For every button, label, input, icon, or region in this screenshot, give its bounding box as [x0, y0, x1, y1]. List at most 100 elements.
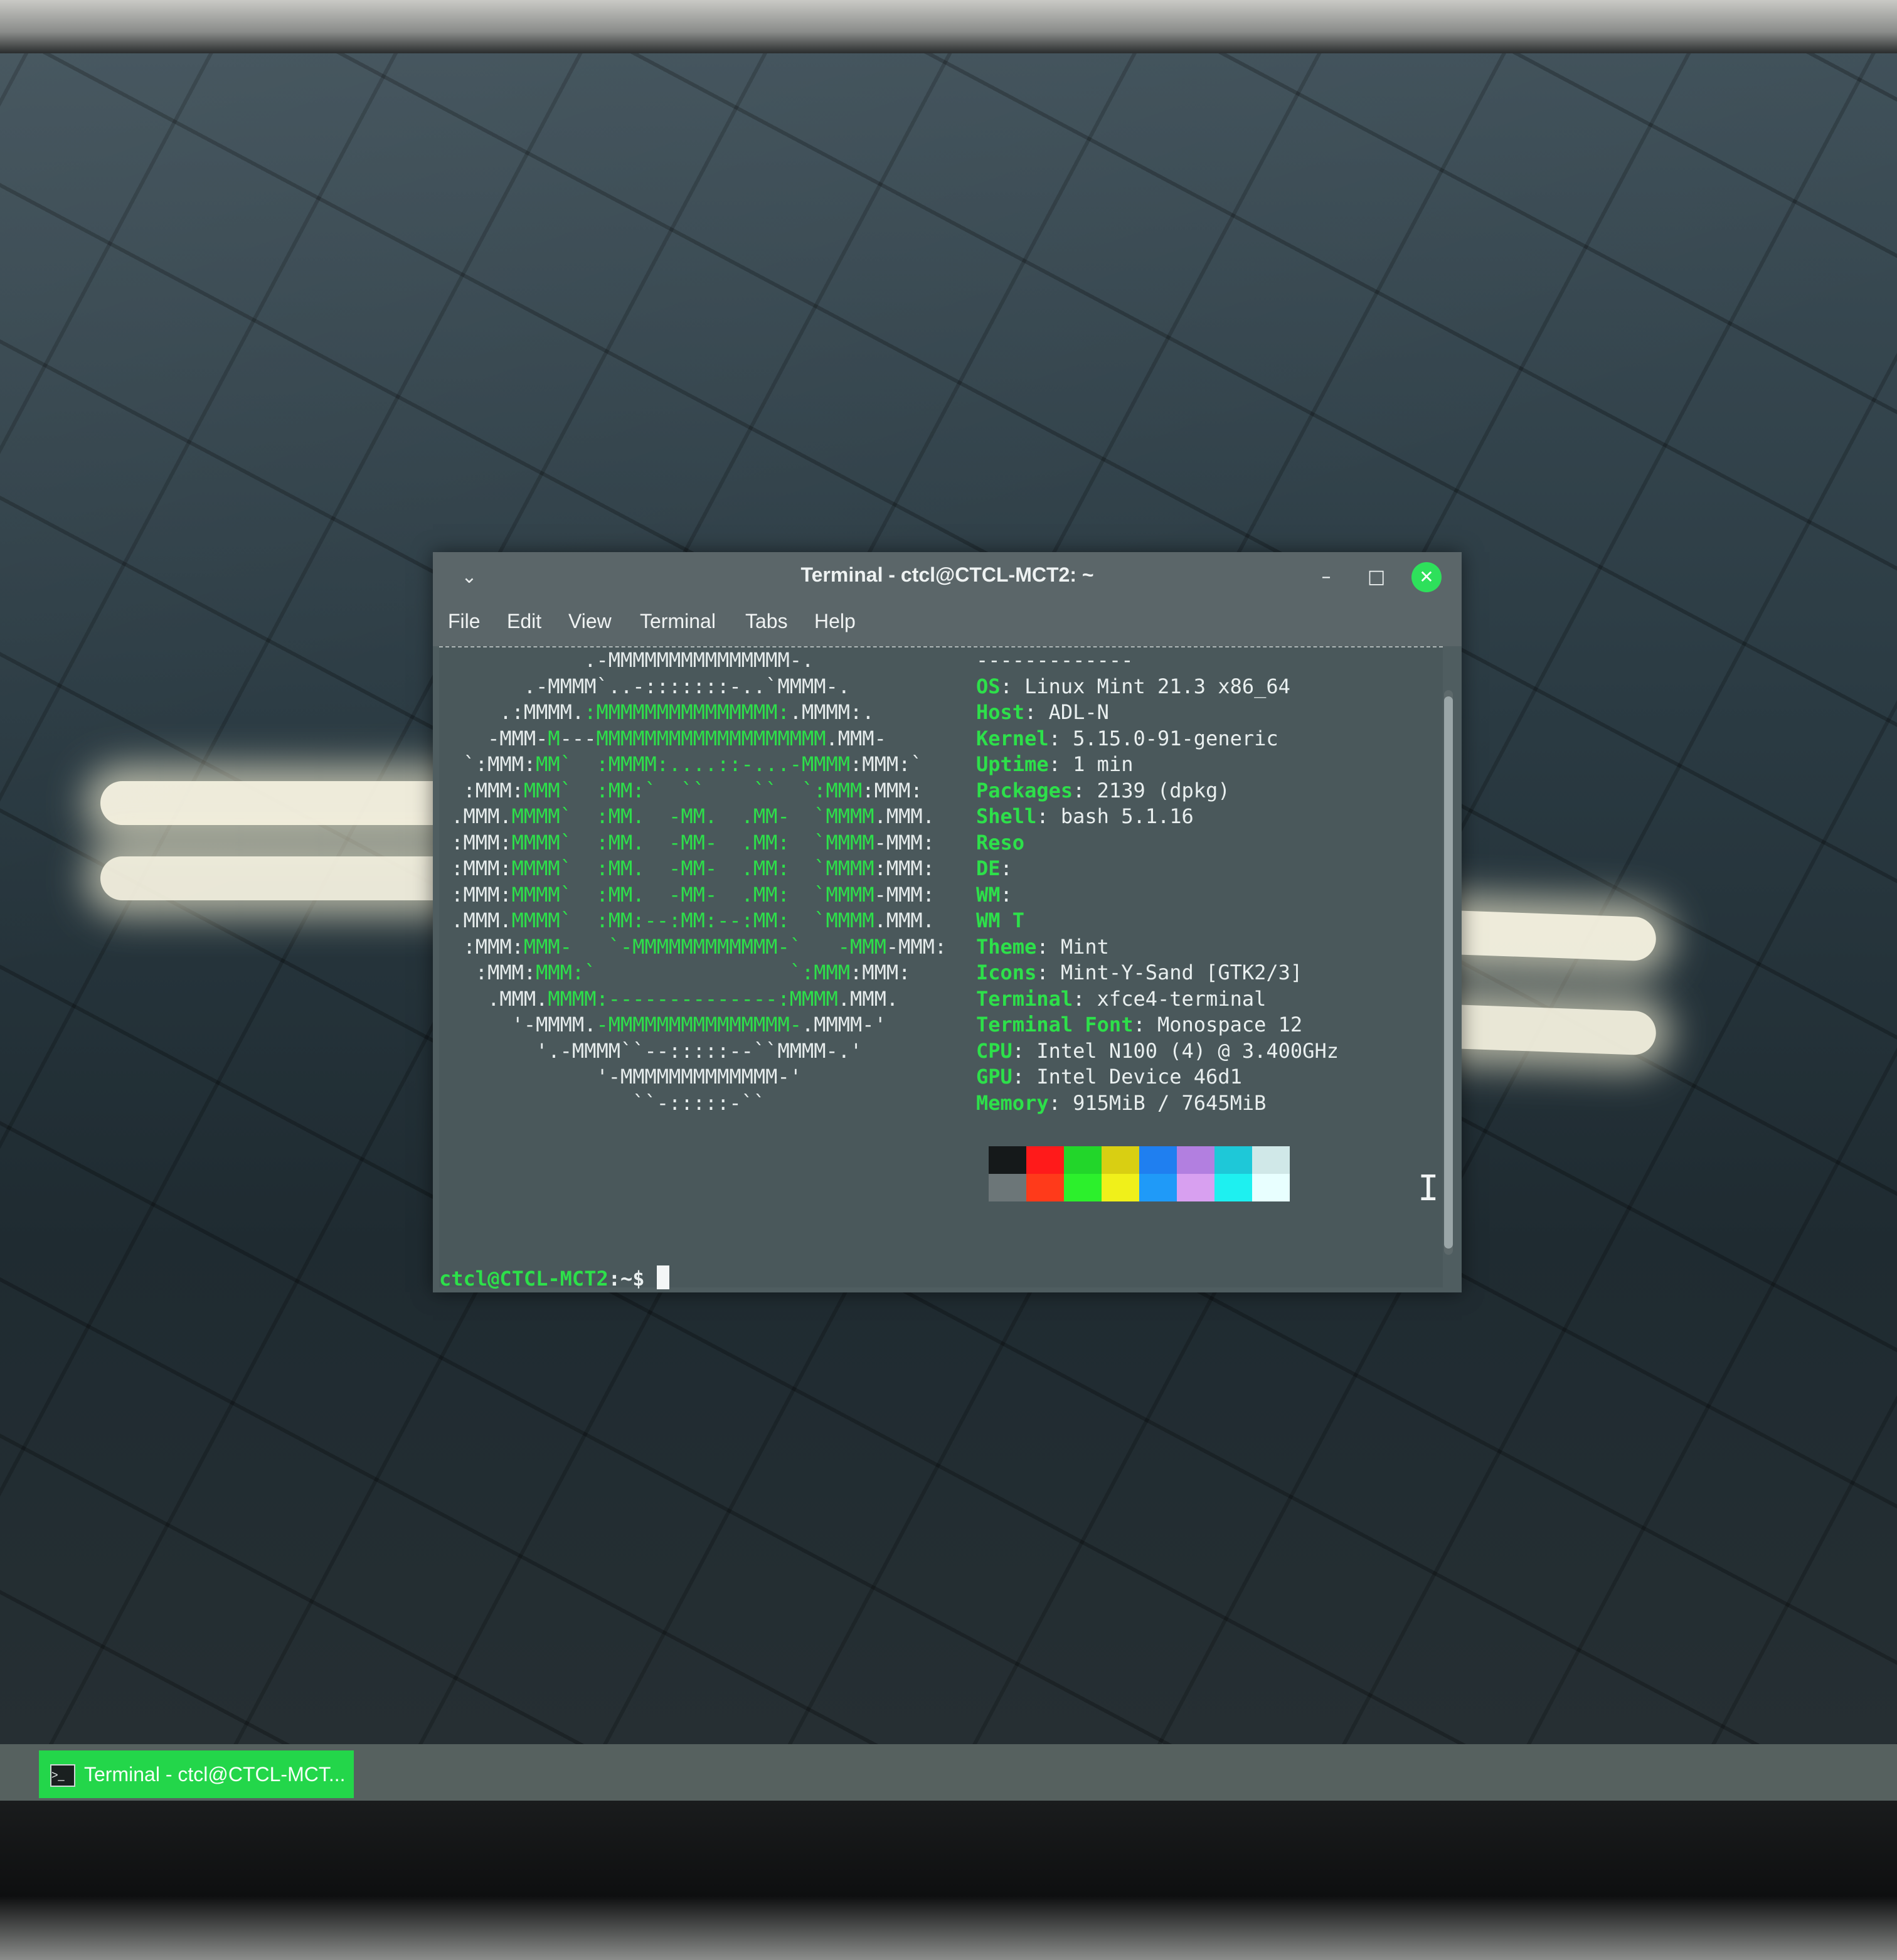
taskbar-terminal-button[interactable]: >_ Terminal - ctcl@CTCL-MCT...: [39, 1750, 354, 1798]
color-swatch: [1214, 1146, 1252, 1174]
monitor-bezel-top: [0, 0, 1897, 53]
info-key: Uptime: [976, 752, 1049, 776]
ascii-logo-segment: .MMM.: [451, 804, 512, 828]
ascii-logo-segment: [439, 779, 464, 802]
scrollbar-thumb[interactable]: [1444, 696, 1453, 1249]
ascii-logo-segment: :MMM:`: [850, 752, 923, 776]
info-value: : xfce4-terminal: [1073, 986, 1267, 1011]
taskbar: >_ Terminal - ctcl@CTCL-MCT...: [0, 1744, 1897, 1801]
text-cursor-icon: I: [1418, 1168, 1439, 1209]
ascii-logo-segment: [439, 1039, 536, 1063]
ascii-logo-segment: '-MMMMMMMMMMMMM-': [596, 1065, 802, 1089]
close-button[interactable]: ✕: [1411, 562, 1442, 592]
ascii-logo-segment: :MM. -MM. .MM- `: [571, 804, 826, 828]
maximize-button[interactable]: □: [1361, 562, 1391, 592]
ascii-logo-segment: [439, 700, 499, 724]
color-swatch: [989, 1174, 1026, 1201]
info-key: WM T: [976, 908, 1025, 932]
ascii-logo-segment: .MMM.: [837, 986, 899, 1011]
info-value: : Intel N100 (4) @ 3.400GHz: [1012, 1038, 1339, 1063]
window-titlebar[interactable]: ⌄ Terminal - ctcl@CTCL-MCT2: ~ – □ ✕: [433, 552, 1462, 602]
terminal-icon: >_: [50, 1764, 75, 1787]
ascii-logo-segment: .MMM.: [874, 908, 935, 932]
color-swatch: [1026, 1146, 1064, 1174]
ascii-logo-segment: :MM:` `` `` `:: [571, 778, 826, 802]
info-value: : Mint-Y-Sand [GTK2/3]: [1036, 961, 1303, 984]
info-key: GPU: [976, 1065, 1012, 1089]
ascii-logo-segment: '-MMMM.: [511, 1013, 597, 1036]
ascii-logo-segment: -MMMMMMMMMMMMMMM-: [596, 1013, 802, 1036]
ascii-logo-segment: :MMM:: [463, 934, 524, 959]
info-key: WM: [976, 882, 1001, 907]
ascii-logo-segment: -MMM:: [886, 934, 947, 959]
ascii-logo-segment: MM`: [536, 752, 572, 776]
ascii-logo-segment: :MMM:: [451, 856, 512, 880]
ascii-logo-segment: .MMM.: [451, 908, 512, 932]
ascii-logo-segment: MMMM: [826, 908, 874, 932]
shell-prompt[interactable]: ctcl@CTCL-MCT2:~$: [439, 1265, 669, 1291]
ascii-logo-segment: [439, 961, 476, 984]
ascii-logo-segment: :MM. -MM- .MM: `: [571, 882, 826, 907]
prompt-userhost: ctcl@CTCL-MCT2: [439, 1267, 608, 1291]
info-separator: -------------: [976, 648, 1134, 672]
ascii-logo-segment: :MMM:: [850, 961, 911, 984]
monitor-bezel-bottom: [0, 1801, 1897, 1960]
ascii-logo-segment: .MMMM:.: [789, 700, 874, 724]
info-value: : ADL-N: [1024, 700, 1109, 724]
ascii-logo-segment: :MM. -MM- .MM: `: [571, 830, 826, 855]
ascii-logo-segment: :MMM:: [451, 830, 512, 855]
color-swatch: [1026, 1174, 1064, 1201]
ascii-logo-segment: [439, 1065, 596, 1089]
info-key: Host: [976, 700, 1025, 724]
info-value: :: [1000, 882, 1012, 907]
ascii-logo-segment: .MMM-: [826, 726, 886, 750]
ascii-logo-segment: M: [548, 726, 560, 750]
menu-help[interactable]: Help: [814, 610, 856, 633]
color-swatch: [1177, 1174, 1214, 1201]
ascii-logo-segment: [439, 987, 487, 1011]
ascii-logo-segment: MMMM`: [511, 804, 572, 828]
ascii-logo-segment: [439, 1091, 632, 1115]
ascii-logo-segment: :MMM:: [451, 882, 512, 907]
color-swatch: [1214, 1174, 1252, 1201]
menu-view[interactable]: View: [568, 610, 612, 633]
info-value: : Intel Device 46d1: [1012, 1065, 1242, 1089]
menubar: File Edit View Terminal Tabs Help: [433, 602, 1462, 646]
info-key: CPU: [976, 1038, 1012, 1063]
ascii-logo-segment: `-MMMMMMMMMMMM-` -: [571, 934, 851, 959]
terminal-window[interactable]: ⌄ Terminal - ctcl@CTCL-MCT2: ~ – □ ✕ Fil…: [433, 552, 1462, 1292]
ascii-logo-segment: MMM: [826, 778, 863, 802]
color-swatch: [1252, 1174, 1290, 1201]
color-swatch: [1139, 1174, 1177, 1201]
info-key: DE: [976, 856, 1001, 880]
info-key: Theme: [976, 934, 1037, 959]
terminal-output[interactable]: .-MMMMMMMMMMMMMMM-. .-MMMM`..-:::::::-..…: [439, 646, 1443, 1291]
menu-tabs[interactable]: Tabs: [745, 610, 788, 633]
ascii-logo-segment: [439, 804, 451, 828]
menu-terminal[interactable]: Terminal: [640, 610, 716, 633]
ascii-logo-segment: MMMM`: [511, 908, 572, 932]
info-key: Shell: [976, 804, 1037, 828]
ascii-logo-segment: [439, 856, 451, 880]
info-value: : 2139 (dpkg): [1073, 778, 1230, 802]
ascii-logo-segment: MMM:`: [536, 961, 597, 984]
minimize-button[interactable]: –: [1311, 562, 1341, 592]
ascii-logo-segment: .MMMM-': [801, 1013, 886, 1036]
ascii-logo-segment: .-MMMMMMMMMMMMMMM-.: [584, 648, 814, 672]
info-key: Reso: [976, 830, 1025, 855]
info-key: Icons: [976, 961, 1037, 984]
ascii-logo-segment: MMMM`: [511, 830, 572, 855]
ascii-logo-segment: :MM. -MM- .MM: `: [571, 856, 826, 880]
color-swatch: [1102, 1174, 1139, 1201]
ascii-logo-segment: MMM-: [523, 934, 572, 959]
menu-file[interactable]: File: [448, 610, 481, 633]
color-swatch: [1139, 1146, 1177, 1174]
ascii-logo-segment: `:: [596, 961, 814, 984]
menu-edit[interactable]: Edit: [507, 610, 541, 633]
ascii-logo-segment: :MMM:: [463, 778, 524, 802]
ascii-logo-segment: .MMM.: [487, 986, 548, 1011]
color-swatch: [1252, 1146, 1290, 1174]
ascii-logo-segment: :MMMMMMMMMMMMMMM:: [584, 700, 790, 724]
ascii-logo-segment: MMMM: [826, 830, 874, 855]
ascii-logo-segment: :MM:--:MM:--:MM: `: [571, 908, 826, 932]
